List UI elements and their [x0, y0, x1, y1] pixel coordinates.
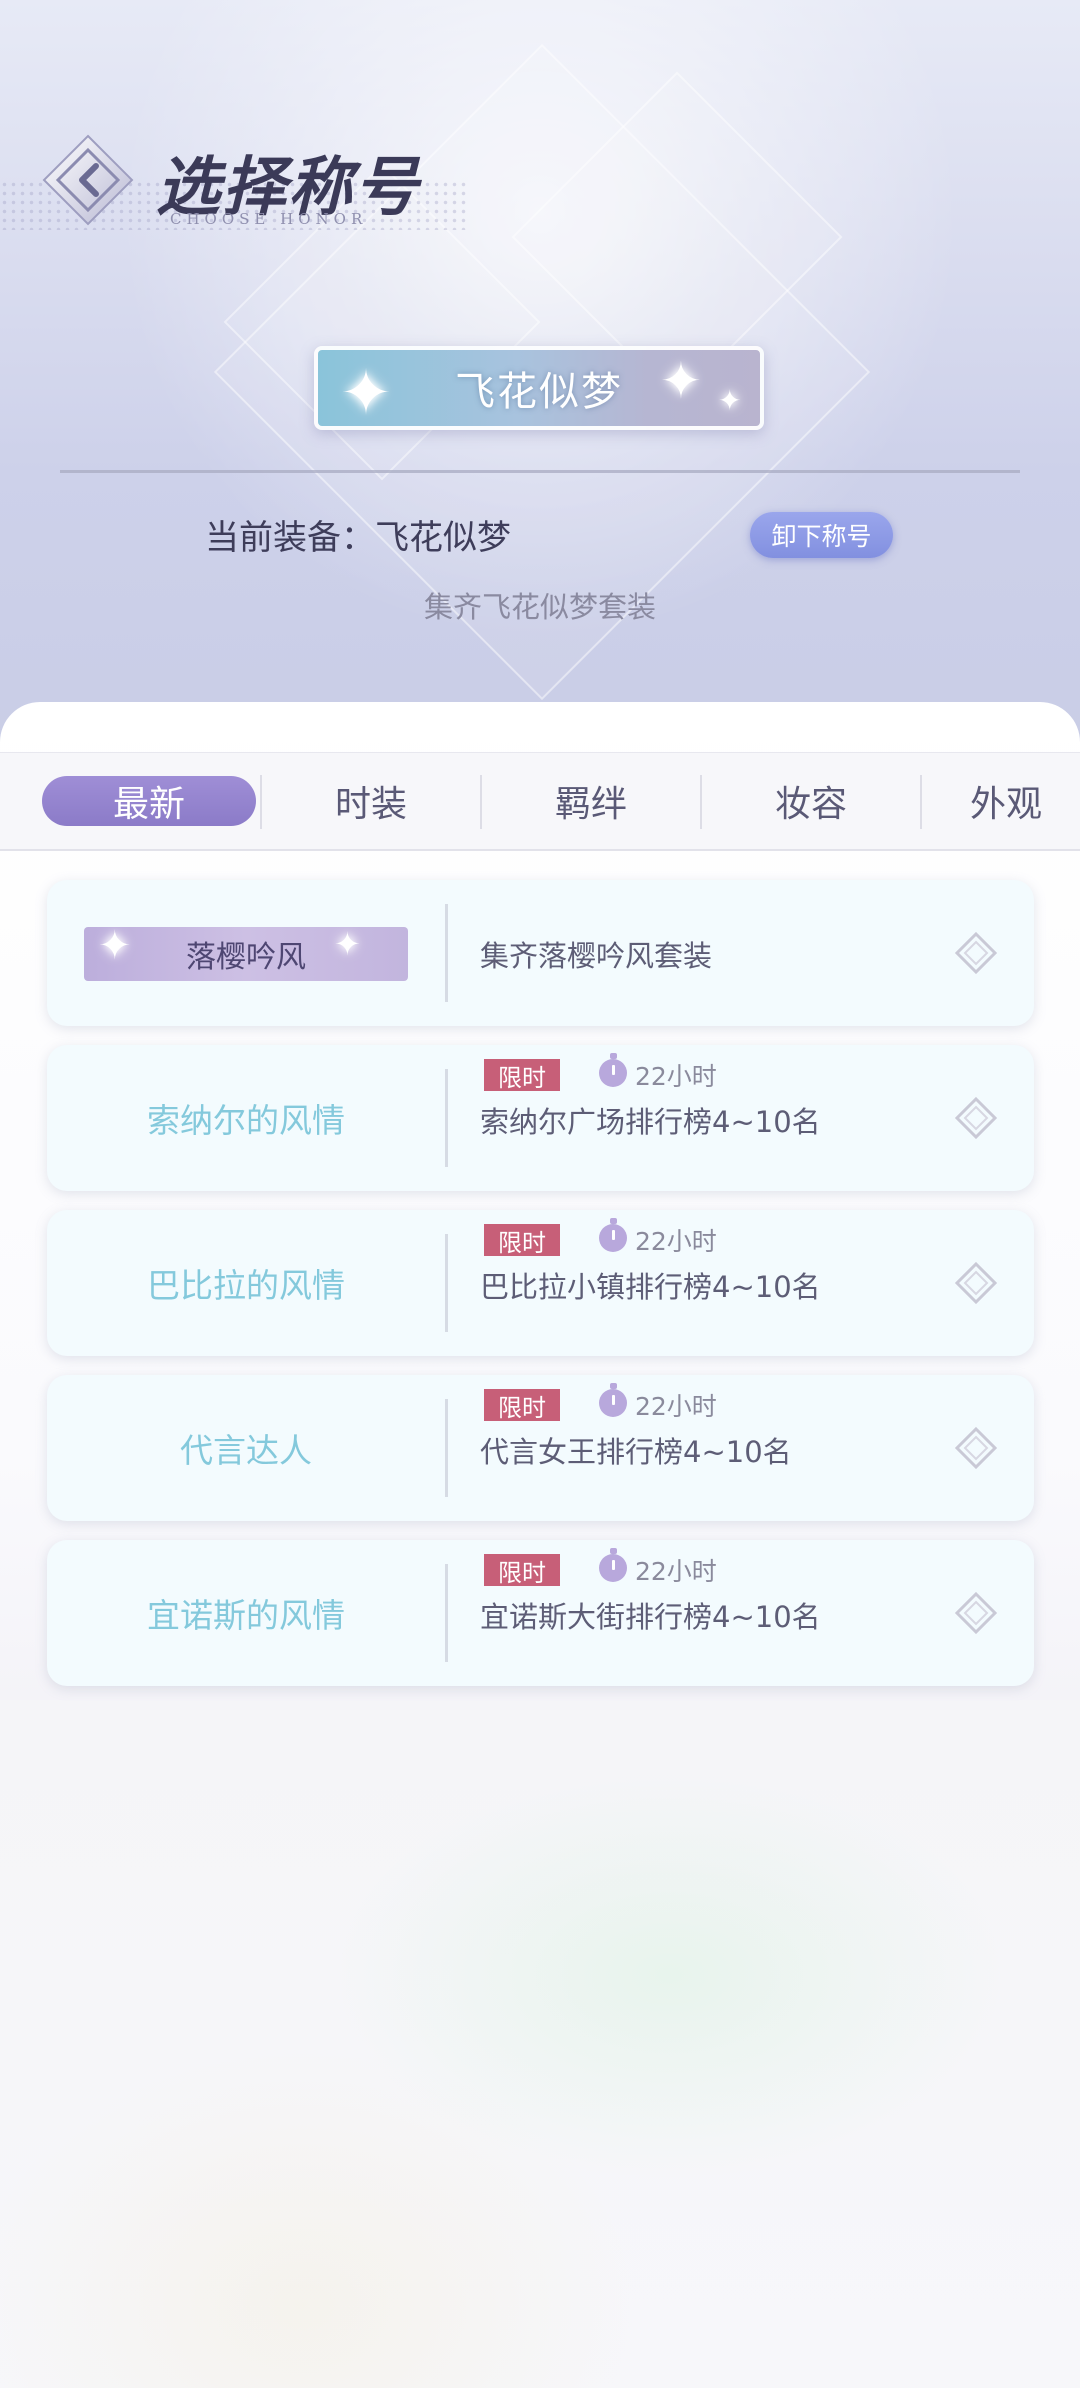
limited-tag: 限时	[484, 1224, 560, 1257]
sparkle-icon: ✦	[98, 923, 132, 969]
honor-desc: 代言女王排行榜4~10名	[480, 1435, 792, 1469]
honor-desc: 宜诺斯大街排行榜4~10名	[480, 1600, 821, 1634]
tab-appearance[interactable]: 外观	[970, 753, 1080, 849]
honor-name: 代言达人	[180, 1431, 312, 1470]
sparkle-icon: ✦	[340, 356, 394, 429]
time-remaining: 22小时	[635, 1227, 717, 1256]
tab-separator	[920, 775, 922, 829]
current-equip-text: 当前装备：飞花似梦	[205, 518, 511, 558]
limited-tag: 限时	[484, 1059, 560, 1092]
sparkle-icon: ✦	[660, 352, 704, 410]
honor-name: 巴比拉的风情	[147, 1266, 345, 1305]
honor-card-suonaer[interactable]: 索纳尔的风情 限时 22小时 索纳尔广场排行榜4~10名	[47, 1045, 1034, 1191]
honor-card-yinuosi[interactable]: 宜诺斯的风情 限时 22小时 宜诺斯大街排行榜4~10名	[47, 1540, 1034, 1686]
card-divider	[445, 904, 448, 1002]
limited-tag: 限时	[484, 1554, 560, 1587]
honor-card-daiyan[interactable]: 代言达人 限时 22小时 代言女王排行榜4~10名	[47, 1375, 1034, 1521]
time-remaining: 22小时	[635, 1392, 717, 1421]
time-remaining: 22小时	[635, 1062, 717, 1091]
tab-newest[interactable]: 最新	[42, 776, 256, 826]
header-divider	[60, 470, 1020, 473]
honor-card-babila[interactable]: 巴比拉的风情 限时 22小时 巴比拉小镇排行榜4~10名	[47, 1210, 1034, 1356]
timer-icon	[599, 1053, 627, 1087]
current-honor-condition: 集齐飞花似梦套装	[423, 590, 656, 624]
back-arrow-icon[interactable]	[40, 132, 136, 228]
limited-tag: 限时	[484, 1389, 560, 1422]
card-divider	[445, 1564, 448, 1662]
diamond-select-icon[interactable]	[955, 1592, 997, 1634]
unequip-button[interactable]: 卸下称号	[750, 512, 893, 558]
honor-badge: ✦ ✦ 落樱吟风	[84, 923, 408, 981]
honor-name: 索纳尔的风情	[147, 1101, 345, 1140]
time-remaining: 22小时	[635, 1557, 717, 1586]
honor-card-luoying[interactable]: ✦ ✦ 落樱吟风 集齐落樱吟风套装	[47, 880, 1034, 1026]
honor-desc: 巴比拉小镇排行榜4~10名	[480, 1270, 821, 1304]
honor-desc: 集齐落樱吟风套装	[480, 939, 713, 973]
timer-icon	[599, 1218, 627, 1252]
tab-bond[interactable]: 羁绊	[481, 753, 701, 849]
tab-makeup[interactable]: 妆容	[701, 753, 921, 849]
current-honor-badge: ✦ ✦ ✦ 飞花似梦	[314, 346, 764, 430]
honor-desc: 索纳尔广场排行榜4~10名	[480, 1105, 821, 1139]
card-divider	[445, 1399, 448, 1497]
honor-name: 宜诺斯的风情	[147, 1596, 345, 1635]
current-honor-badge-text: 飞花似梦	[455, 369, 623, 415]
card-divider	[445, 1069, 448, 1167]
diamond-select-icon[interactable]	[955, 932, 997, 974]
sparkle-icon: ✦	[718, 384, 744, 417]
diamond-select-icon[interactable]	[955, 1097, 997, 1139]
timer-icon	[599, 1548, 627, 1582]
bottom-background	[0, 1700, 1080, 2388]
tab-fashion[interactable]: 时装	[261, 753, 481, 849]
diamond-select-icon[interactable]	[955, 1262, 997, 1304]
category-tabbar: 最新 时装 羁绊 妆容 外观	[0, 752, 1080, 851]
diamond-select-icon[interactable]	[955, 1427, 997, 1469]
page-subtitle: CHOOSE HONOR	[170, 210, 368, 228]
honor-name: 落樱吟风	[186, 940, 306, 975]
card-divider	[445, 1234, 448, 1332]
sparkle-icon: ✦	[334, 925, 361, 963]
timer-icon	[599, 1383, 627, 1417]
